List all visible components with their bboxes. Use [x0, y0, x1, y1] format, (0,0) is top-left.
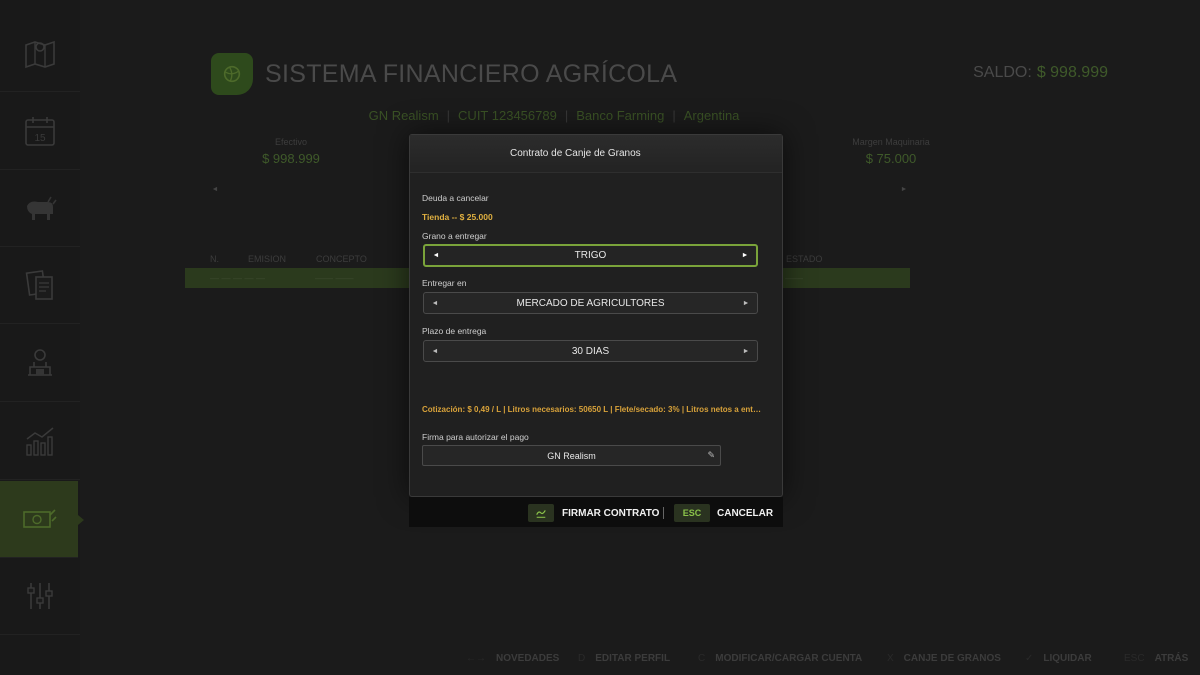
footer-label: CANJE DE GRANOS — [903, 653, 1001, 664]
stat-value: $ 75.000 — [865, 151, 917, 166]
footer-label: MODIFICAR/CARGAR CUENTA — [715, 653, 863, 664]
term-label: Plazo de entrega — [422, 326, 487, 336]
sign-contract-key[interactable] — [528, 504, 554, 522]
debt-label: Deuda a cancelar — [422, 193, 489, 203]
separator: | — [446, 108, 451, 123]
separator: | — [672, 108, 676, 123]
key-hint: ←→ — [466, 653, 486, 664]
signature-field[interactable]: GN Realism ✎ — [422, 445, 721, 466]
table-cell: —— —— — [315, 273, 354, 283]
column-header: ESTADO — [786, 254, 823, 264]
debt-value: Tienda -- $ 25.000 — [422, 212, 493, 222]
table-cell: —— — [785, 273, 803, 283]
table-cell: — — — — — — [210, 273, 266, 283]
column-header: CONCEPTO — [316, 254, 367, 264]
grain-selector[interactable]: ◄ TRIGO ► — [423, 244, 758, 267]
term-value: 30 DIAS — [571, 345, 610, 357]
key-hint: X — [887, 653, 894, 664]
grain-value: TRIGO — [574, 250, 607, 261]
grain-exchange-contract-dialog: Contrato de Canje de Granos Deuda a canc… — [409, 134, 783, 497]
footer-item-grain-exchange[interactable]: X CANJE DE GRANOS — [887, 653, 1001, 664]
key-hint: D — [578, 653, 586, 664]
account-bank: Banco Farming — [576, 108, 665, 123]
key-hint: ESC — [1124, 653, 1145, 664]
column-header: EMISION — [248, 254, 287, 264]
column-header: N. — [210, 254, 219, 264]
next-arrow-icon[interactable]: ► — [741, 300, 751, 307]
stat-value: $ 998.999 — [262, 151, 320, 166]
deliver-label: Entregar en — [422, 278, 467, 288]
stat-label: Efectivo — [274, 137, 307, 147]
footer-item-liquidate[interactable]: ✓ LIQUIDAR — [1025, 653, 1092, 664]
deliver-value: MERCADO DE AGRICULTORES — [516, 297, 665, 309]
pencil-icon[interactable]: ✎ — [707, 450, 715, 461]
footer-label: LIQUIDAR — [1043, 653, 1092, 664]
prev-arrow-icon[interactable]: ◄ — [431, 252, 441, 259]
next-arrow-icon[interactable]: ► — [741, 348, 751, 355]
sign-icon — [536, 510, 546, 518]
esc-key[interactable]: ESC — [674, 504, 710, 522]
signature-label: Firma para autorizar el pago — [422, 432, 529, 442]
prev-arrow-icon[interactable]: ◄ — [430, 348, 440, 355]
next-arrow-icon[interactable]: ► — [740, 252, 750, 259]
account-info-line: GN Realism | CUIT 123456789 | Banco Farming |… — [0, 108, 1108, 123]
footer-item-edit-profile[interactable]: D EDITAR PERFIL — [578, 653, 670, 664]
balance-value: $ 998.999 — [1036, 64, 1108, 81]
account-country: Argentina — [683, 108, 740, 123]
quote-summary: Cotización: $ 0,49 / L | Litros necesari… — [422, 405, 762, 414]
carousel-prev-button[interactable]: ◄ — [208, 183, 222, 197]
prev-arrow-icon[interactable]: ◄ — [430, 300, 440, 307]
footer-item-account[interactable]: C MODIFICAR/CARGAR CUENTA — [698, 653, 862, 664]
separator: | — [564, 108, 569, 123]
stat-label: Margen Maquinaria — [852, 137, 930, 147]
grain-label: Grano a entregar — [422, 231, 487, 241]
account-user: GN Realism — [368, 108, 439, 123]
balance-display: SALDO: $ 998.999 — [973, 64, 1108, 82]
footer-label: EDITAR PERFIL — [595, 653, 671, 664]
footer-label: NOVEDADES — [496, 653, 560, 664]
footer-shortcuts: ←→ NOVEDADES D EDITAR PERFIL C MODIFICAR/CA… — [0, 649, 1200, 675]
carousel-next-button[interactable]: ► — [897, 183, 911, 197]
balance-label: SALDO: — [973, 64, 1032, 81]
key-hint: C — [698, 653, 706, 664]
footer-item-back[interactable]: ESC ATRÁS — [1124, 653, 1188, 664]
delivery-term-selector[interactable]: ◄ 30 DIAS ► — [423, 340, 758, 362]
stat-efectivo: Efectivo $ 998.999 — [221, 137, 361, 166]
dialog-actions: FIRMAR CONTRATO ESC CANCELAR — [409, 497, 783, 527]
account-cuit: CUIT 123456789 — [458, 108, 557, 123]
cancel-button[interactable]: CANCELAR — [717, 508, 773, 519]
footer-label: ATRÁS — [1154, 653, 1189, 664]
signature-value: GN Realism — [547, 450, 596, 461]
dialog-title: Contrato de Canje de Granos — [410, 135, 782, 173]
globe-icon — [223, 65, 241, 83]
sign-contract-button[interactable]: FIRMAR CONTRATO — [562, 508, 659, 519]
page-title: SISTEMA FINANCIERO AGRÍCOLA — [265, 60, 678, 88]
deliver-location-selector[interactable]: ◄ MERCADO DE AGRICULTORES ► — [423, 292, 758, 314]
divider — [663, 507, 664, 519]
app-logo — [211, 53, 253, 95]
key-hint: ✓ — [1025, 653, 1034, 664]
footer-item-news[interactable]: ←→ NOVEDADES — [466, 653, 559, 664]
stat-margen-maquinaria: Margen Maquinaria $ 75.000 — [821, 137, 961, 166]
